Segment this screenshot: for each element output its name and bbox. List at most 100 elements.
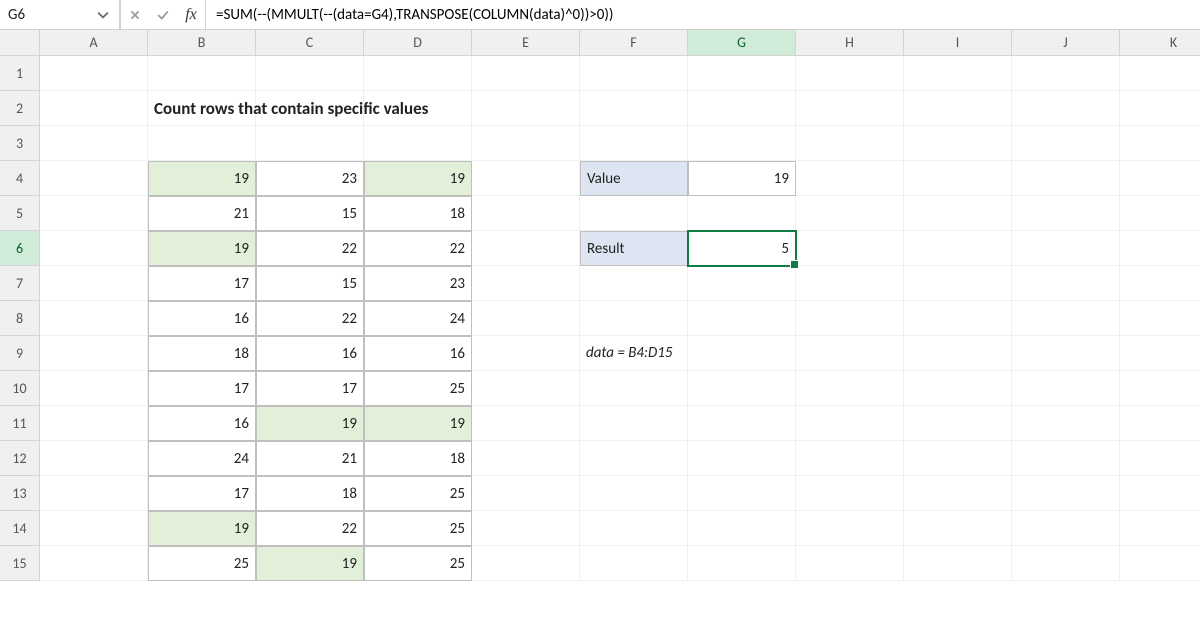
cell-H8[interactable]: [796, 301, 904, 336]
cell-G4[interactable]: 19: [688, 161, 796, 196]
cell-F6[interactable]: Result: [580, 231, 688, 266]
cell-E6[interactable]: [472, 231, 580, 266]
cell-B3[interactable]: [148, 126, 256, 161]
cell-F15[interactable]: [580, 546, 688, 581]
cell-J1[interactable]: [1012, 56, 1120, 91]
cell-A8[interactable]: [40, 301, 148, 336]
cell-C5[interactable]: 15: [256, 196, 364, 231]
cell-B12[interactable]: 24: [148, 441, 256, 476]
row-header[interactable]: 7: [0, 266, 40, 301]
cell-B10[interactable]: 17: [148, 371, 256, 406]
cell-J15[interactable]: [1012, 546, 1120, 581]
cell-I13[interactable]: [904, 476, 1012, 511]
cell-F9[interactable]: data = B4:D15: [580, 336, 688, 371]
cell-E9[interactable]: [472, 336, 580, 371]
cell-E8[interactable]: [472, 301, 580, 336]
cell-I11[interactable]: [904, 406, 1012, 441]
cell-C2[interactable]: [256, 91, 364, 126]
cell-F13[interactable]: [580, 476, 688, 511]
cell-K1[interactable]: [1120, 56, 1200, 91]
cell-H6[interactable]: [796, 231, 904, 266]
cell-F7[interactable]: [580, 266, 688, 301]
cell-K11[interactable]: [1120, 406, 1200, 441]
cell-D10[interactable]: 25: [364, 371, 472, 406]
cell-F2[interactable]: [580, 91, 688, 126]
cell-B2[interactable]: Count rows that contain specific values: [148, 91, 256, 126]
cell-C10[interactable]: 17: [256, 371, 364, 406]
cell-H7[interactable]: [796, 266, 904, 301]
cell-B11[interactable]: 16: [148, 406, 256, 441]
cell-C7[interactable]: 15: [256, 266, 364, 301]
cell-F4[interactable]: Value: [580, 161, 688, 196]
cell-G6[interactable]: 5: [688, 231, 796, 266]
cell-C3[interactable]: [256, 126, 364, 161]
cell-B8[interactable]: 16: [148, 301, 256, 336]
cell-H5[interactable]: [796, 196, 904, 231]
cell-E4[interactable]: [472, 161, 580, 196]
cell-I3[interactable]: [904, 126, 1012, 161]
cell-G13[interactable]: [688, 476, 796, 511]
cell-E11[interactable]: [472, 406, 580, 441]
cell-B6[interactable]: 19: [148, 231, 256, 266]
cell-G1[interactable]: [688, 56, 796, 91]
cell-D7[interactable]: 23: [364, 266, 472, 301]
cell-J7[interactable]: [1012, 266, 1120, 301]
cell-F14[interactable]: [580, 511, 688, 546]
column-header[interactable]: G: [688, 30, 796, 56]
cell-G5[interactable]: [688, 196, 796, 231]
cell-I8[interactable]: [904, 301, 1012, 336]
enter-icon[interactable]: [149, 0, 177, 29]
column-header[interactable]: A: [40, 30, 148, 56]
cell-D5[interactable]: 18: [364, 196, 472, 231]
row-header[interactable]: 8: [0, 301, 40, 336]
cell-K15[interactable]: [1120, 546, 1200, 581]
cell-F1[interactable]: [580, 56, 688, 91]
cell-A4[interactable]: [40, 161, 148, 196]
cell-H1[interactable]: [796, 56, 904, 91]
column-header[interactable]: C: [256, 30, 364, 56]
cell-H4[interactable]: [796, 161, 904, 196]
cell-E3[interactable]: [472, 126, 580, 161]
cell-F3[interactable]: [580, 126, 688, 161]
cell-A14[interactable]: [40, 511, 148, 546]
row-header[interactable]: 13: [0, 476, 40, 511]
cell-F10[interactable]: [580, 371, 688, 406]
cell-D8[interactable]: 24: [364, 301, 472, 336]
cell-K2[interactable]: [1120, 91, 1200, 126]
cell-I14[interactable]: [904, 511, 1012, 546]
row-header[interactable]: 12: [0, 441, 40, 476]
row-header[interactable]: 14: [0, 511, 40, 546]
cell-G9[interactable]: [688, 336, 796, 371]
spreadsheet-grid[interactable]: ABCDEFGHIJK12Count rows that contain spe…: [0, 30, 1200, 581]
cell-A15[interactable]: [40, 546, 148, 581]
cell-C13[interactable]: 18: [256, 476, 364, 511]
cell-B5[interactable]: 21: [148, 196, 256, 231]
cell-H15[interactable]: [796, 546, 904, 581]
cell-F8[interactable]: [580, 301, 688, 336]
cell-I10[interactable]: [904, 371, 1012, 406]
cell-C8[interactable]: 22: [256, 301, 364, 336]
column-header[interactable]: D: [364, 30, 472, 56]
row-header[interactable]: 10: [0, 371, 40, 406]
formula-input[interactable]: [206, 0, 1200, 29]
cell-F12[interactable]: [580, 441, 688, 476]
cell-B13[interactable]: 17: [148, 476, 256, 511]
row-header[interactable]: 2: [0, 91, 40, 126]
cell-K7[interactable]: [1120, 266, 1200, 301]
cell-H3[interactable]: [796, 126, 904, 161]
cell-G2[interactable]: [688, 91, 796, 126]
cell-J5[interactable]: [1012, 196, 1120, 231]
cell-K12[interactable]: [1120, 441, 1200, 476]
cell-J9[interactable]: [1012, 336, 1120, 371]
cell-G11[interactable]: [688, 406, 796, 441]
cell-A12[interactable]: [40, 441, 148, 476]
cell-A5[interactable]: [40, 196, 148, 231]
cell-G8[interactable]: [688, 301, 796, 336]
column-header[interactable]: K: [1120, 30, 1200, 56]
cell-G12[interactable]: [688, 441, 796, 476]
cell-K3[interactable]: [1120, 126, 1200, 161]
cell-A7[interactable]: [40, 266, 148, 301]
cell-C12[interactable]: 21: [256, 441, 364, 476]
column-header[interactable]: B: [148, 30, 256, 56]
cell-E15[interactable]: [472, 546, 580, 581]
